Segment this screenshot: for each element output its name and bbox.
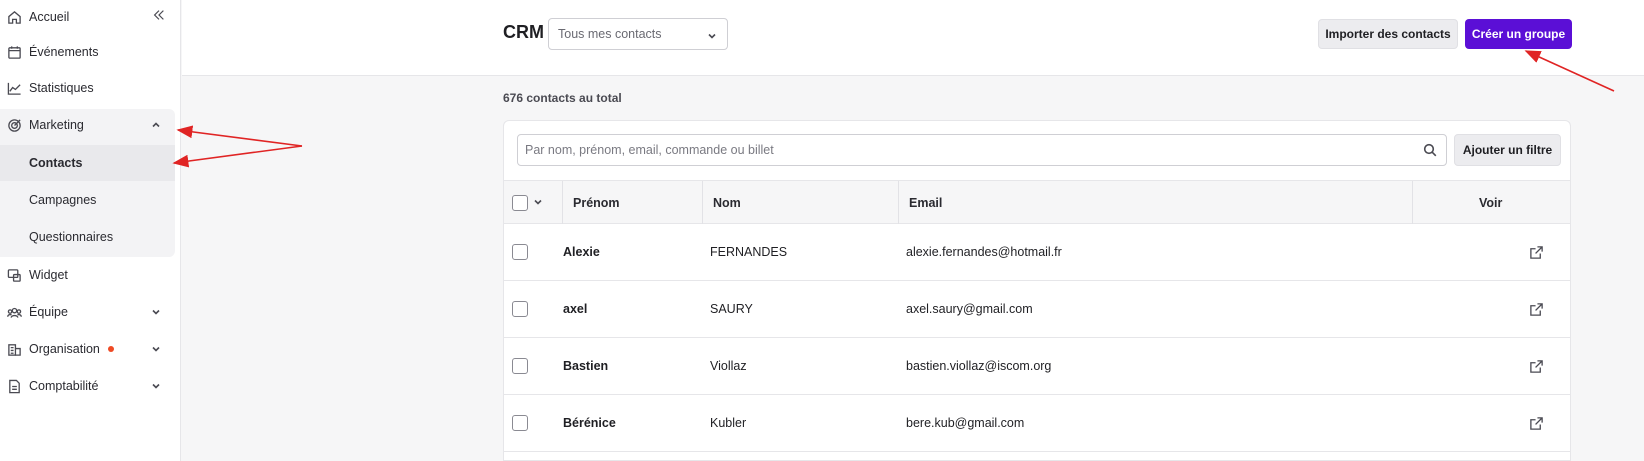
column-divider — [562, 181, 563, 224]
cell-email: alexie.fernandes@hotmail.fr — [906, 245, 1062, 259]
table-header: Prénom Nom Email Voir — [504, 180, 1570, 224]
sidebar-subitem-label: Questionnaires — [29, 230, 114, 244]
cell-email: bere.kub@gmail.com — [906, 416, 1025, 430]
row-checkbox[interactable] — [512, 415, 528, 431]
sidebar-item-label: Comptabilité — [29, 379, 99, 393]
chevron-up-icon — [151, 119, 163, 131]
team-icon — [6, 304, 22, 320]
sidebar-item-label: Accueil — [29, 10, 70, 24]
sidebar-item-accueil[interactable]: Accueil — [0, 0, 175, 34]
target-icon — [6, 117, 22, 133]
sidebar-item-widget[interactable]: Widget — [0, 258, 175, 292]
select-all-checkbox-wrap — [512, 181, 543, 224]
chevron-down-icon — [151, 306, 163, 318]
widget-icon — [6, 267, 22, 283]
open-external-icon[interactable] — [1529, 395, 1544, 451]
chart-line-icon — [6, 80, 22, 96]
row-checkbox[interactable] — [512, 301, 528, 317]
sidebar-item-label: Widget — [29, 268, 68, 282]
document-icon — [6, 378, 22, 394]
chevron-down-icon[interactable] — [533, 196, 543, 210]
sidebar-item-label: Statistiques — [29, 81, 94, 95]
sidebar-subitem-questionnaires[interactable]: Questionnaires — [0, 219, 175, 255]
contacts-total: 676 contacts au total — [503, 91, 622, 105]
column-divider — [898, 181, 899, 224]
sidebar-item-equipe[interactable]: Équipe — [0, 295, 175, 329]
contacts-scope-select[interactable]: Tous mes contacts — [548, 18, 728, 50]
chevron-down-icon — [151, 380, 163, 392]
cell-nom: SAURY — [710, 302, 753, 316]
add-filter-button[interactable]: Ajouter un filtre — [1454, 134, 1561, 166]
sidebar-item-comptabilite[interactable]: Comptabilité — [0, 369, 175, 403]
annotation-arrow — [176, 125, 303, 147]
column-divider — [702, 181, 703, 224]
top-header: CRM Tous mes contacts Importer des conta… — [182, 0, 1644, 76]
chevron-down-icon — [151, 343, 163, 355]
sidebar-subitem-contacts[interactable]: Contacts — [0, 145, 175, 181]
sidebar-subitem-label: Contacts — [29, 156, 83, 170]
create-group-button[interactable]: Créer un groupe — [1465, 19, 1572, 49]
cell-prenom: axel — [563, 302, 588, 316]
cell-nom: Viollaz — [710, 359, 747, 373]
sidebar-item-label: Équipe — [29, 305, 68, 319]
cell-prenom: Alexie — [563, 245, 600, 259]
sidebar-item-statistiques[interactable]: Statistiques — [0, 71, 175, 105]
cell-prenom: Bastien — [563, 359, 609, 373]
sidebar-subitem-campagnes[interactable]: Campagnes — [0, 182, 175, 218]
building-icon — [6, 341, 22, 357]
select-all-checkbox[interactable] — [512, 194, 528, 211]
annotation-arrow — [172, 145, 303, 168]
table-row[interactable]: Bérénice Kubler bere.kub@gmail.com — [504, 395, 1570, 452]
search-icon[interactable] — [1423, 143, 1437, 160]
open-external-icon[interactable] — [1529, 338, 1544, 394]
calendar-icon — [6, 44, 22, 60]
sidebar-item-evenements[interactable]: Événements — [0, 35, 175, 69]
chevron-down-icon — [707, 30, 717, 44]
column-header-prenom[interactable]: Prénom — [573, 181, 620, 224]
sidebar-item-marketing[interactable]: Marketing — [0, 108, 175, 142]
column-header-email[interactable]: Email — [909, 181, 942, 224]
column-header-voir: Voir — [1479, 195, 1503, 210]
home-icon — [6, 9, 22, 25]
table-row[interactable]: Bastien Viollaz bastien.viollaz@iscom.or… — [504, 338, 1570, 395]
open-external-icon[interactable] — [1529, 224, 1544, 280]
page-title: CRM — [503, 22, 544, 42]
search-input[interactable]: Par nom, prénom, email, commande ou bill… — [517, 134, 1447, 166]
search-placeholder: Par nom, prénom, email, commande ou bill… — [525, 143, 774, 157]
sidebar-item-label: Organisation — [29, 342, 100, 356]
table-row[interactable]: axel SAURY axel.saury@gmail.com — [504, 281, 1570, 338]
sidebar-subitem-label: Campagnes — [29, 193, 97, 207]
cell-nom: FERNANDES — [710, 245, 788, 259]
open-external-icon[interactable] — [1529, 281, 1544, 337]
sidebar-item-label: Événements — [29, 45, 99, 59]
contacts-card: Par nom, prénom, email, commande ou bill… — [503, 120, 1571, 461]
sidebar: Accueil Événements Statistiques Marketin… — [0, 0, 181, 461]
import-contacts-button[interactable]: Importer des contacts — [1318, 19, 1458, 49]
sidebar-item-organisation[interactable]: Organisation — [0, 332, 175, 366]
cell-prenom: Bérénice — [563, 416, 616, 430]
row-checkbox[interactable] — [512, 244, 528, 260]
row-checkbox[interactable] — [512, 358, 528, 374]
sidebar-item-label: Marketing — [29, 118, 84, 132]
table-row[interactable]: Alexie FERNANDES alexie.fernandes@hotmai… — [504, 224, 1570, 281]
column-header-nom[interactable]: Nom — [713, 181, 741, 224]
cell-email: bastien.viollaz@iscom.org — [906, 359, 1052, 373]
cell-email: axel.saury@gmail.com — [906, 302, 1033, 316]
select-value: Tous mes contacts — [558, 27, 662, 41]
column-divider — [1412, 181, 1413, 224]
cell-nom: Kubler — [710, 416, 747, 430]
notification-dot — [107, 346, 114, 352]
